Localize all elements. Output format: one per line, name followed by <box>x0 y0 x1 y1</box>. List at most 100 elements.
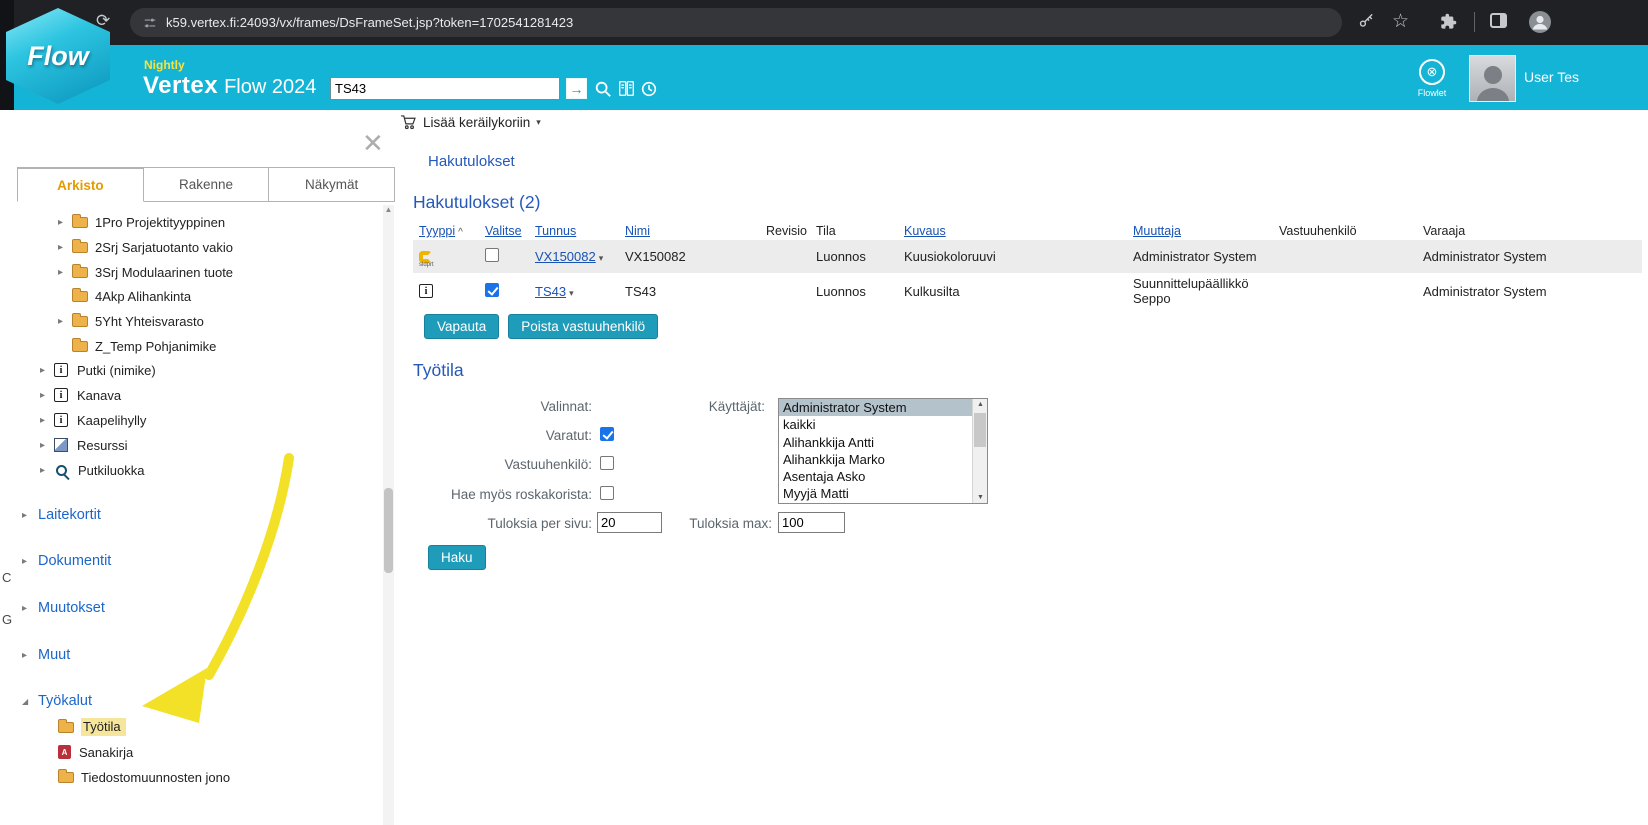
tab-rakenne[interactable]: Rakenne <box>144 167 270 202</box>
side-panel-icon[interactable] <box>1490 13 1507 28</box>
chevron-right-icon[interactable]: ▸ <box>40 390 54 401</box>
tree-item-5yht[interactable]: ▸ 5Yht Yhteisvarasto <box>14 309 379 333</box>
listbox-option[interactable]: Administrator System <box>779 399 972 416</box>
sidebar-item-muutokset[interactable]: ▸ Muutokset <box>14 596 379 620</box>
listbox-scrollbar[interactable]: ▲ ▼ <box>972 399 987 503</box>
sort-asc-icon: ^ <box>458 227 463 238</box>
results-heading: Hakutulokset (2) <box>413 192 540 213</box>
tab-arkisto[interactable]: Arkisto <box>17 167 144 202</box>
listbox-option[interactable]: Asentaja Asko <box>779 468 972 485</box>
search-go-button[interactable]: → <box>566 78 587 99</box>
column-header-tunnus[interactable]: Tunnus <box>529 222 619 240</box>
tunnus-link[interactable]: TS43 <box>535 284 566 299</box>
section-label: Muut <box>38 647 70 663</box>
chevron-right-icon[interactable]: ▸ <box>58 217 72 228</box>
tree-item-3srj[interactable]: ▸ 3Srj Modulaarinen tuote <box>14 260 379 284</box>
search-icon-button[interactable] <box>592 78 613 99</box>
per-sivu-input[interactable] <box>597 512 662 533</box>
tree-item-putki[interactable]: ▸ Putki (nimike) <box>14 358 379 382</box>
sidebar-item-muut[interactable]: ▸ Muut <box>14 643 379 667</box>
sidebar-item-sanakirja[interactable]: Sanakirja <box>14 740 379 764</box>
chevron-right-icon[interactable]: ▸ <box>40 440 54 451</box>
report-icon-button[interactable] <box>616 78 637 99</box>
scrollbar-down-icon[interactable]: ▼ <box>973 494 988 501</box>
chevron-expanded-icon[interactable]: ◢ <box>22 697 38 706</box>
chevron-right-icon[interactable]: ▸ <box>58 267 72 278</box>
sidebar-item-tiedostomuunnokset[interactable]: Tiedostomuunnosten jono <box>14 765 379 789</box>
browser-profile-icon[interactable] <box>1528 10 1552 39</box>
section-label: Laitekortit <box>38 507 101 523</box>
haku-button[interactable]: Haku <box>428 545 486 570</box>
varaaja-cell: Administrator System <box>1417 273 1642 309</box>
user-avatar[interactable] <box>1469 55 1516 102</box>
roskakori-checkbox[interactable] <box>600 486 614 500</box>
scrollbar-thumb[interactable] <box>974 413 986 447</box>
tree-item-resurssi[interactable]: ▸ Resurssi <box>14 433 379 457</box>
max-input[interactable] <box>778 512 845 533</box>
password-key-icon[interactable] <box>1358 13 1375 35</box>
table-row: sldprt VX150082▾ VX150082 Luonnos Kuusio… <box>413 240 1642 273</box>
edge-letter: C <box>2 570 11 585</box>
vastuuhenkilo-checkbox[interactable] <box>600 456 614 470</box>
url-text[interactable]: k59.vertex.fi:24093/vx/frames/DsFrameSet… <box>166 15 573 30</box>
listbox-option[interactable]: kaikki <box>779 416 972 433</box>
quick-search-input[interactable] <box>330 77 560 100</box>
poista-vastuuhenkilo-button[interactable]: Poista vastuuhenkilö <box>508 314 658 339</box>
row-checkbox[interactable] <box>485 248 499 262</box>
chevron-right-icon[interactable]: ▸ <box>40 465 54 476</box>
chevron-right-icon[interactable]: ▸ <box>22 510 38 521</box>
varatut-checkbox[interactable] <box>600 427 614 441</box>
varatut-label: Varatut: <box>395 428 592 443</box>
chevron-right-icon[interactable]: ▸ <box>40 415 54 426</box>
sidebar-item-tyotila[interactable]: Työtila <box>14 715 379 739</box>
scrollbar-up-icon[interactable]: ▲ <box>973 401 988 408</box>
scrollbar-up-icon[interactable]: ▲ <box>383 205 394 214</box>
chevron-down-icon[interactable]: ▾ <box>569 288 574 298</box>
listbox-option[interactable]: Myyjä Matti <box>779 485 972 502</box>
folder-icon <box>72 341 88 352</box>
column-header-valitse[interactable]: Valitse <box>479 222 529 240</box>
chevron-right-icon[interactable]: ▸ <box>40 365 54 376</box>
chevron-down-icon[interactable]: ▾ <box>599 253 604 263</box>
scrollbar-thumb[interactable] <box>384 488 393 573</box>
column-header-nimi[interactable]: Nimi <box>619 222 760 240</box>
sidebar-item-dokumentit[interactable]: ▸ Dokumentit <box>14 549 379 573</box>
tree-item-kanava[interactable]: ▸ Kanava <box>14 383 379 407</box>
tree-item-2srj[interactable]: ▸ 2Srj Sarjatuotanto vakio <box>14 235 379 259</box>
flowlet-button[interactable]: ⊗ Flowlet <box>1406 59 1458 98</box>
history-icon-button[interactable] <box>638 78 659 99</box>
column-header-vastuuhenkilo: Vastuuhenkilö <box>1273 222 1417 240</box>
bookmark-star-icon[interactable]: ☆ <box>1392 10 1409 33</box>
tree-item-1pro[interactable]: ▸ 1Pro Projektityyppinen <box>14 210 379 234</box>
listbox-option[interactable]: Alihankkija Antti <box>779 434 972 451</box>
column-header-tyyppi[interactable]: Tyyppi^ <box>413 222 479 240</box>
sidebar-scrollbar[interactable]: ▲ <box>383 205 394 825</box>
tree-item-ztemp[interactable]: Z_Temp Pohjanimike <box>14 334 379 358</box>
chevron-right-icon[interactable]: ▸ <box>22 556 38 567</box>
column-header-kuvaus[interactable]: Kuvaus <box>898 222 1127 240</box>
tree-item-putkiluokka[interactable]: ▸ Putkiluokka <box>14 458 379 482</box>
extensions-puzzle-icon[interactable] <box>1440 13 1457 35</box>
sidebar-item-laitekortit[interactable]: ▸ Laitekortit <box>14 503 379 527</box>
tab-nakymat[interactable]: Näkymät <box>269 167 395 202</box>
site-settings-icon[interactable] <box>143 16 157 30</box>
tree-item-4akp[interactable]: 4Akp Alihankinta <box>14 284 379 308</box>
add-to-basket-button[interactable]: Lisää keräilykoriin ▾ <box>400 115 541 130</box>
type-cell: sldprt <box>413 240 479 273</box>
chevron-right-icon[interactable]: ▸ <box>22 603 38 614</box>
tree-item-kaapelihylly[interactable]: ▸ Kaapelihylly <box>14 408 379 432</box>
sidebar-item-tyokalut[interactable]: ◢ Työkalut <box>14 689 379 713</box>
row-checkbox[interactable] <box>485 283 499 297</box>
tree-item-label: Resurssi <box>77 438 128 453</box>
listbox-option[interactable]: Alihankkija Marko <box>779 451 972 468</box>
chevron-right-icon[interactable]: ▸ <box>22 650 38 661</box>
address-bar[interactable]: k59.vertex.fi:24093/vx/frames/DsFrameSet… <box>130 8 1342 37</box>
chevron-right-icon[interactable]: ▸ <box>58 316 72 327</box>
chevron-right-icon[interactable]: ▸ <box>58 242 72 253</box>
tree-item-label: 2Srj Sarjatuotanto vakio <box>95 240 233 255</box>
users-listbox[interactable]: Administrator System kaikki Alihankkija … <box>778 398 988 504</box>
close-icon[interactable]: ✕ <box>362 130 384 156</box>
tunnus-link[interactable]: VX150082 <box>535 249 596 264</box>
column-header-muuttaja[interactable]: Muuttaja <box>1127 222 1273 240</box>
vapauta-button[interactable]: Vapauta <box>424 314 499 339</box>
